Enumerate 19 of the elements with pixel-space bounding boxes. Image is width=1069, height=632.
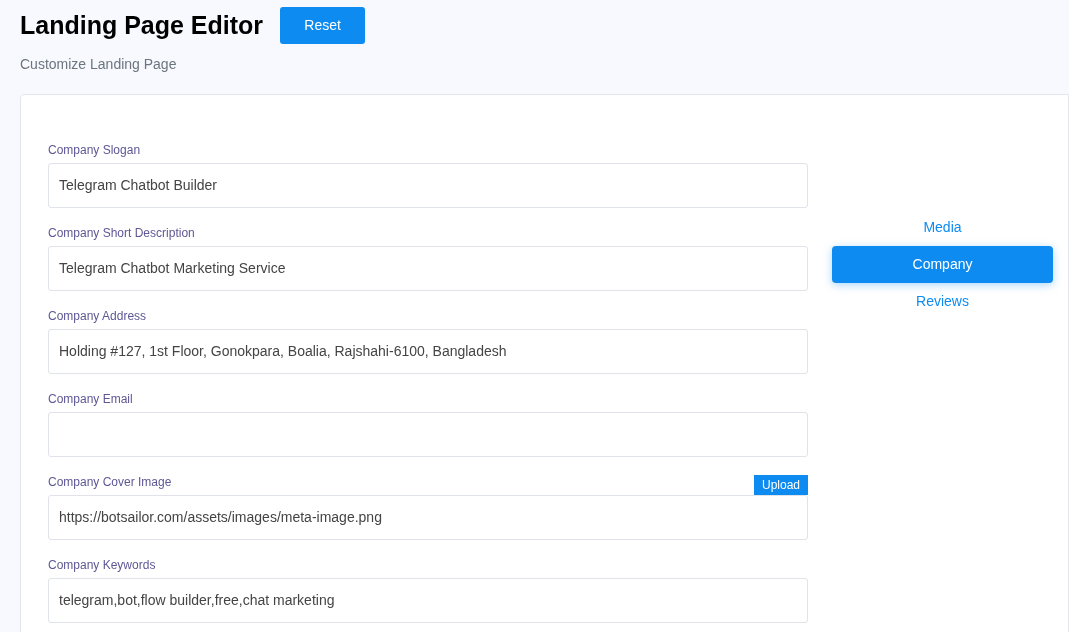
page-subtitle: Customize Landing Page: [19, 54, 178, 74]
field-label: Company Email: [48, 390, 133, 408]
text-field[interactable]: Holding #127, 1st Floor, Gonokpara, Boalia, Rajshahi-6100, Bangladesh: [48, 328, 808, 374]
field-label: Company Short Description: [48, 224, 195, 242]
field-label: Company Cover Image: [48, 473, 172, 491]
text-field[interactable]: telegram,bot,flow builder,free,chat marketing: [48, 577, 808, 623]
field-label: Company Keywords: [48, 556, 156, 574]
text-field[interactable]: Telegram Chatbot Marketing Service: [48, 245, 808, 291]
text-field[interactable]: https://botsailor.com/assets/images/meta-image.png: [48, 494, 808, 540]
nav-tab[interactable]: Media: [832, 208, 1053, 246]
field-label: Company Address: [48, 307, 147, 325]
page-title: Landing Page Editor: [20, 10, 264, 41]
nav-tab[interactable]: Reviews: [832, 282, 1053, 320]
upload-button[interactable]: Upload: [753, 474, 808, 495]
text-field[interactable]: [48, 411, 808, 457]
reset-button[interactable]: Reset: [280, 7, 366, 45]
nav-tab[interactable]: Company: [832, 245, 1053, 283]
text-field[interactable]: Telegram Chatbot Builder: [48, 162, 808, 208]
field-label: Company Slogan: [48, 141, 141, 159]
